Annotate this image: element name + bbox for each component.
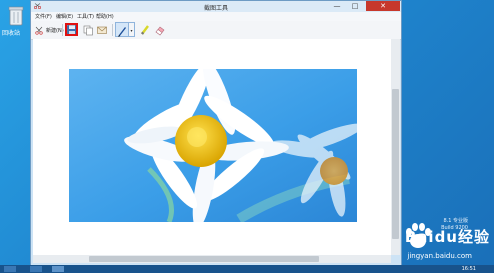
menu-edit[interactable]: 编辑(E) <box>56 13 73 20</box>
window-title: 截图工具 <box>203 5 228 12</box>
toolbar-separator-2 <box>112 24 113 36</box>
snip-canvas[interactable] <box>33 39 391 255</box>
taskbar-clock: 16:51 <box>461 266 476 272</box>
menu-help[interactable]: 帮助(H) <box>96 13 114 20</box>
menu-tools[interactable]: 工具(T) <box>77 13 94 20</box>
captured-flower-image <box>69 69 357 222</box>
taskbar-explorer-button[interactable] <box>30 266 42 272</box>
vertical-scroll-thumb[interactable] <box>392 89 399 239</box>
taskbar-snipping-tool-button[interactable] <box>52 266 64 272</box>
pen-button[interactable] <box>115 22 129 37</box>
taskbar: 16:51 <box>0 265 494 273</box>
maximize-button[interactable]: □ <box>347 1 363 11</box>
menu-bar: 文件(F) 编辑(E) 工具(T) 帮助(H) <box>31 12 401 21</box>
horizontal-scroll-thumb[interactable] <box>89 256 319 262</box>
highlighter-icon[interactable] <box>139 24 151 36</box>
taskbar-start-button[interactable] <box>4 266 16 272</box>
new-snip-label: 新建(N) <box>46 27 64 34</box>
copy-icon[interactable] <box>82 24 94 36</box>
minimize-button[interactable]: — <box>329 1 345 11</box>
recycle-bin-label: 回收站 <box>2 30 21 37</box>
vertical-scrollbar[interactable] <box>391 39 400 255</box>
recycle-bin-icon[interactable] <box>8 6 24 26</box>
baidu-brand-text: Baidu经验 <box>404 228 490 246</box>
new-snip-icon <box>35 26 43 35</box>
new-snip-button[interactable]: 新建(N) <box>35 24 64 36</box>
save-button-highlight <box>65 23 78 36</box>
pen-icon <box>118 27 127 37</box>
pen-dropdown-button[interactable]: ▾ <box>129 22 135 37</box>
close-button[interactable]: ✕ <box>366 1 400 11</box>
menu-file[interactable]: 文件(F) <box>35 13 52 20</box>
toolbar-separator <box>62 24 63 36</box>
toolbar: 新建(N) ▾ <box>31 21 401 40</box>
send-email-icon[interactable] <box>96 24 108 36</box>
desktop: 回收站 截图工具 — □ ✕ 文件(F) 编辑(E) 工具(T) 帮助(H) 新… <box>0 0 494 273</box>
title-bar[interactable]: 截图工具 — □ ✕ <box>31 1 401 12</box>
baidu-url-text: jingyan.baidu.com <box>407 252 472 260</box>
watermark-line-1: 8.1 专业版 <box>443 218 468 224</box>
eraser-icon[interactable] <box>154 24 166 36</box>
horizontal-scrollbar[interactable] <box>33 255 391 263</box>
snipping-tool-window: 截图工具 — □ ✕ 文件(F) 编辑(E) 工具(T) 帮助(H) 新建(N) <box>30 0 402 268</box>
